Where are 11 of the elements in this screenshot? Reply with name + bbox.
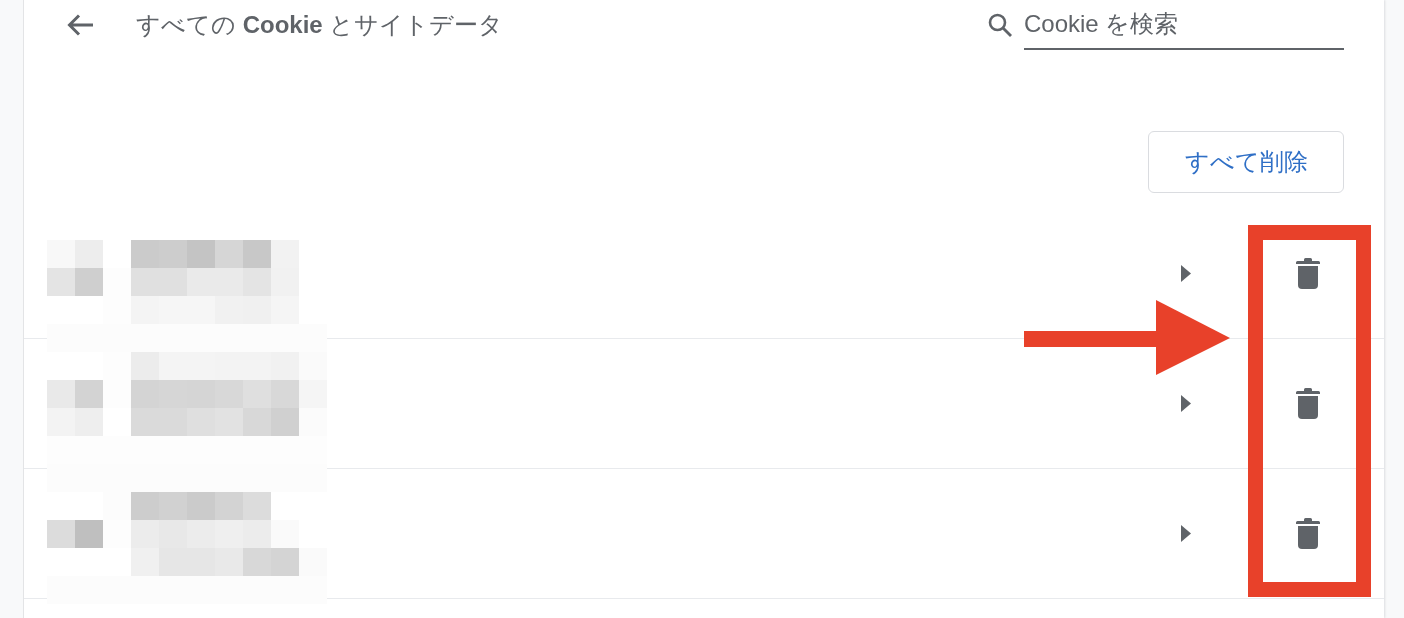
page-title: すべての Cookie とサイトデータ [136,10,504,40]
search-field[interactable]: Cookie を検索 [1024,0,1344,50]
caret-icon[interactable] [1181,265,1191,282]
back-arrow-icon[interactable] [66,13,94,37]
search-icon [988,13,1012,37]
remove-all-button[interactable]: すべて削除 [1148,131,1344,193]
caret-icon[interactable] [1181,525,1191,542]
trash-icon[interactable] [1296,518,1320,549]
trash-icon[interactable] [1296,388,1320,419]
caret-icon[interactable] [1181,395,1191,412]
trash-icon[interactable] [1296,258,1320,289]
